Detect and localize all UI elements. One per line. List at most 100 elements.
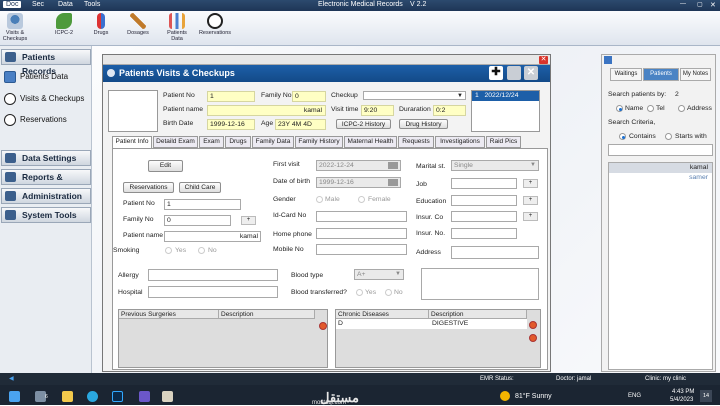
delete-icon[interactable]: ✕: [524, 66, 538, 80]
search-name-radio[interactable]: [616, 105, 623, 112]
criteria-contains-radio[interactable]: [619, 133, 626, 140]
tab-my-notes[interactable]: My Notes: [680, 68, 711, 81]
smoking-no-radio[interactable]: [198, 247, 205, 254]
notes-textarea[interactable]: [421, 268, 539, 300]
patients-list[interactable]: kamal samer: [608, 162, 713, 370]
tab-maternal-health[interactable]: Maternal Health: [344, 136, 397, 148]
nav-administration[interactable]: Administration: [1, 188, 91, 204]
smoking-yes-radio[interactable]: [165, 247, 172, 254]
checkup-select[interactable]: ▼: [363, 91, 466, 100]
icpc-history-button[interactable]: ICPC-2 History: [336, 119, 391, 129]
add-icon[interactable]: ✚: [489, 66, 503, 80]
notification-badge[interactable]: 14: [700, 390, 712, 402]
education-add-button[interactable]: +: [523, 196, 538, 205]
ribbon-patients-data-button[interactable]: Patients Data: [163, 13, 191, 42]
transfused-no-radio[interactable]: [385, 289, 392, 296]
insur-co-input[interactable]: [451, 211, 517, 222]
close-icon[interactable]: ✕: [710, 1, 716, 9]
family-add-button[interactable]: +: [241, 216, 256, 225]
ribbon-visits-button[interactable]: Visits & Checkups: [0, 13, 30, 42]
info-patient-no-input[interactable]: 1: [164, 199, 241, 210]
info-patient-name-input[interactable]: kamal: [164, 231, 261, 242]
tab-detailed-exam[interactable]: Detaild Exam: [153, 136, 198, 148]
info-family-no-input[interactable]: 0: [164, 215, 231, 226]
tab-exam[interactable]: Exam: [199, 136, 224, 148]
search-input[interactable]: [608, 144, 713, 156]
surgeries-grid[interactable]: Previous Surgeries Description: [118, 309, 328, 368]
visits-list[interactable]: 1 2022/12/24: [471, 90, 540, 132]
search-tel-radio[interactable]: [647, 105, 654, 112]
id-card-input[interactable]: [316, 211, 407, 222]
calendar-icon[interactable]: [388, 179, 398, 186]
visit-row[interactable]: 1 2022/12/24: [472, 91, 539, 101]
tab-raid-pics[interactable]: Raid Pics: [486, 136, 521, 148]
tab-waitings[interactable]: Waitings: [610, 68, 642, 81]
menu-tools[interactable]: Tools: [84, 1, 100, 8]
weather-text[interactable]: 81°F Sunny: [515, 393, 552, 400]
education-input[interactable]: [451, 195, 517, 206]
tab-family-data[interactable]: Family Data: [252, 136, 294, 148]
list-item[interactable]: samer: [609, 173, 712, 183]
home-phone-input[interactable]: [316, 228, 407, 239]
gender-female-radio[interactable]: [358, 196, 365, 203]
app-icon[interactable]: [139, 391, 150, 402]
clock-time[interactable]: 4:43 PM: [672, 389, 694, 395]
gender-male-radio[interactable]: [316, 196, 323, 203]
transfused-yes-radio[interactable]: [356, 289, 363, 296]
marital-select[interactable]: Single ▼: [451, 160, 539, 171]
menu-data[interactable]: Data: [58, 1, 73, 8]
ribbon-icpc-button[interactable]: ICPC-2: [50, 13, 78, 36]
nav-item-visits[interactable]: Visits & Checkups: [4, 91, 84, 107]
edit-icon[interactable]: [507, 66, 521, 80]
criteria-starts-radio[interactable]: [665, 133, 672, 140]
ribbon-drugs-button[interactable]: Drugs: [87, 13, 115, 36]
reservations-button[interactable]: Reservations: [123, 182, 174, 193]
pin-icon[interactable]: [604, 56, 612, 64]
menu-doc[interactable]: Doc: [3, 1, 22, 8]
nav-item-patients-data[interactable]: Patients Data: [4, 69, 68, 85]
insur-co-add-button[interactable]: +: [523, 212, 538, 221]
allergy-input[interactable]: [148, 269, 278, 281]
delete-row-icon[interactable]: [529, 334, 537, 342]
close-icon[interactable]: ✕: [539, 56, 548, 64]
browser-icon[interactable]: [87, 391, 98, 402]
language-indicator[interactable]: ENG: [628, 393, 641, 399]
tab-family-history[interactable]: Family History: [295, 136, 343, 148]
nav-system-tools[interactable]: System Tools: [1, 207, 91, 223]
photoshop-icon[interactable]: [112, 391, 123, 402]
tab-patients[interactable]: Patients: [643, 68, 679, 81]
child-care-button[interactable]: Child Care: [179, 182, 221, 193]
list-item[interactable]: kamal: [609, 163, 712, 173]
mobile-input[interactable]: [316, 244, 407, 255]
nav-patients-records[interactable]: Patients Records: [1, 49, 91, 76]
calendar-icon[interactable]: [388, 162, 398, 169]
job-add-button[interactable]: +: [523, 179, 538, 188]
chronic-grid[interactable]: Chronic Diseases Description D DIGESTIVE: [335, 309, 541, 368]
emr-app-icon[interactable]: [162, 391, 173, 402]
table-row[interactable]: D DIGESTIVE: [336, 319, 527, 329]
drug-history-button[interactable]: Drug History: [399, 119, 448, 129]
menu-sec[interactable]: Sec: [32, 1, 44, 8]
hospital-input[interactable]: [148, 286, 278, 298]
tab-drugs[interactable]: Drugs: [225, 136, 251, 148]
ribbon-dosages-button[interactable]: Dosages: [123, 13, 153, 36]
delete-row-icon[interactable]: [529, 321, 537, 329]
nav-reports-charts[interactable]: Reports & Charts: [1, 169, 91, 196]
ribbon-reservations-button[interactable]: Reservations: [197, 13, 233, 36]
insur-no-input[interactable]: [451, 228, 517, 239]
clock-date[interactable]: 5/4/2023: [670, 397, 693, 403]
minimize-icon[interactable]: —: [680, 1, 686, 7]
windows-start-icon[interactable]: [9, 391, 20, 402]
blood-type-select[interactable]: A+ ▼: [354, 269, 404, 280]
maximize-icon[interactable]: ▢: [697, 1, 703, 8]
job-input[interactable]: [451, 178, 517, 189]
delete-row-icon[interactable]: [319, 322, 327, 330]
nav-data-settings[interactable]: Data Settings: [1, 150, 91, 166]
folder-icon[interactable]: [62, 391, 73, 402]
tab-investigations[interactable]: Investigations: [435, 136, 485, 148]
tab-requests[interactable]: Requests: [398, 136, 434, 148]
nav-item-reservations[interactable]: Reservations: [4, 112, 67, 128]
address-input[interactable]: [451, 246, 539, 259]
edit-button[interactable]: Edit: [148, 160, 183, 172]
search-address-radio[interactable]: [678, 105, 685, 112]
